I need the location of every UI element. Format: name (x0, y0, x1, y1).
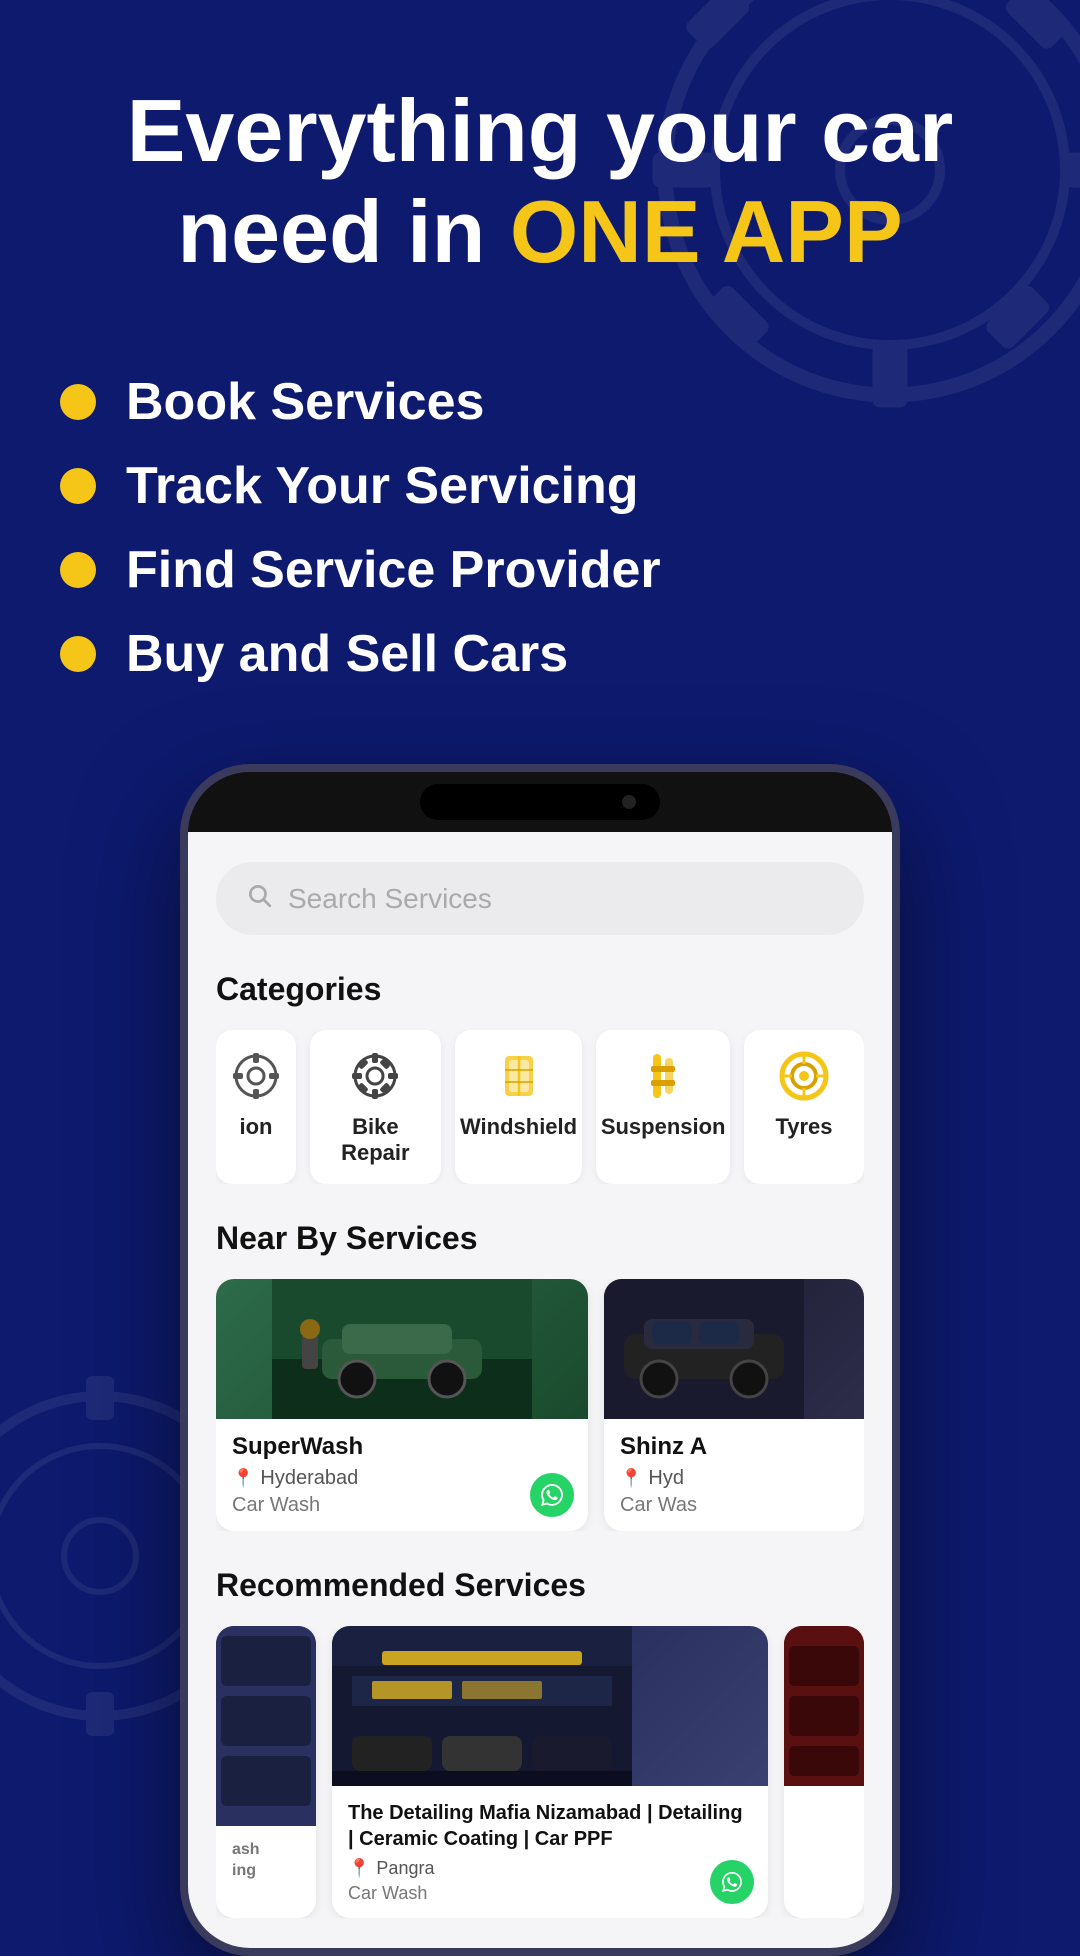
service-name-shinz: Shinz A (620, 1433, 848, 1461)
feature-item-3: Find Service Provider (60, 540, 1020, 600)
hero-title-line1: Everything your car (127, 81, 954, 180)
categories-section: Categories ion (216, 971, 864, 1184)
category-label-0: ion (240, 1114, 273, 1140)
phone-screen: Search Services Categories (188, 832, 892, 1948)
rec-card-image-detailing (332, 1626, 768, 1786)
nearby-section: Near By Services (216, 1220, 864, 1531)
feature-list: Book Services Track Your Servicing Find … (0, 372, 1080, 684)
rec-card-partial-right[interactable] (784, 1626, 864, 1918)
service-city-shinz: Hyd (648, 1467, 684, 1490)
feature-text-4: Buy and Sell Cars (126, 624, 568, 684)
categories-title: Categories (216, 971, 864, 1008)
nearby-title: Near By Services (216, 1220, 864, 1257)
category-card-suspension[interactable]: Suspension (596, 1030, 730, 1184)
service-location-superwash: 📍 Hyderabad (232, 1467, 572, 1490)
feature-text-3: Find Service Provider (126, 540, 661, 600)
phone-notch (188, 772, 892, 832)
rec-name-detailing: The Detailing Mafia Nizamabad | Detailin… (348, 1800, 752, 1852)
service-card-image-superwash (216, 1279, 588, 1419)
recommended-section: Recommended Services (216, 1567, 864, 1918)
category-label-2: Windshield (460, 1114, 577, 1140)
category-label-1: Bike Repair (326, 1114, 425, 1166)
hero-section: Everything your car need in ONE APP (0, 0, 1080, 372)
category-card-tyres[interactable]: Tyres (744, 1030, 864, 1184)
phone-section: Search Services Categories (0, 764, 1080, 1956)
category-card-bike-repair[interactable]: Bike Repair (310, 1030, 441, 1184)
service-name-superwash: SuperWash (232, 1433, 572, 1461)
hero-title-highlight: ONE APP (510, 182, 903, 281)
search-icon (246, 882, 272, 915)
location-pin-icon-2: 📍 (620, 1468, 642, 1489)
feature-text-2: Track Your Servicing (126, 456, 639, 516)
rec-info-left: ashing (216, 1826, 316, 1902)
hero-title-line2: need in (177, 182, 510, 281)
service-type-shinz: Car Was (620, 1494, 848, 1517)
bullet-4 (60, 636, 96, 672)
bullet-1 (60, 384, 96, 420)
feature-item-1: Book Services (60, 372, 1020, 432)
main-content: Everything your car need in ONE APP Book… (0, 0, 1080, 1956)
feature-item-4: Buy and Sell Cars (60, 624, 1020, 684)
feature-text-1: Book Services (126, 372, 484, 432)
rec-info-detailing: The Detailing Mafia Nizamabad | Detailin… (332, 1786, 768, 1918)
rec-card-detailing-mafia[interactable]: The Detailing Mafia Nizamabad | Detailin… (332, 1626, 768, 1918)
recommended-title: Recommended Services (216, 1567, 864, 1604)
search-placeholder: Search Services (288, 883, 492, 915)
hero-title: Everything your car need in ONE APP (60, 80, 1020, 282)
location-pin-icon: 📍 (232, 1468, 254, 1489)
service-type-superwash: Car Wash (232, 1494, 572, 1517)
notch-pill (420, 784, 660, 820)
rec-name-left: ashing (232, 1840, 300, 1882)
recommended-row: ashing (216, 1626, 864, 1918)
rec-card-image-right (784, 1626, 864, 1786)
service-info-shinz: Shinz A 📍 Hyd Car Was (604, 1419, 864, 1531)
search-bar[interactable]: Search Services (216, 862, 864, 935)
rec-card-image-left (216, 1626, 316, 1826)
service-city-superwash: Hyderabad (260, 1467, 358, 1490)
rec-location-detailing: 📍 Pangra (348, 1858, 752, 1879)
category-card-partial[interactable]: ion (216, 1030, 296, 1184)
phone-mockup: Search Services Categories (180, 764, 900, 1956)
category-label-4: Tyres (775, 1114, 832, 1140)
rec-type-detailing: Car Wash (348, 1883, 752, 1904)
rec-location-pin-icon: 📍 (348, 1858, 370, 1879)
service-info-superwash: SuperWash 📍 Hyderabad Car Wash (216, 1419, 588, 1531)
service-card-image-shinz (604, 1279, 864, 1419)
nearby-row: SuperWash 📍 Hyderabad Car Wash (216, 1279, 864, 1531)
service-card-superwash[interactable]: SuperWash 📍 Hyderabad Car Wash (216, 1279, 588, 1531)
service-location-shinz: 📍 Hyd (620, 1467, 848, 1490)
service-card-shinz[interactable]: Shinz A 📍 Hyd Car Was (604, 1279, 864, 1531)
rec-card-partial-left[interactable]: ashing (216, 1626, 316, 1918)
bullet-2 (60, 468, 96, 504)
category-card-windshield[interactable]: Windshield (455, 1030, 583, 1184)
categories-row: ion (216, 1030, 864, 1184)
rec-city-detailing: Pangra (376, 1858, 434, 1879)
category-label-3: Suspension (601, 1114, 726, 1140)
bullet-3 (60, 552, 96, 588)
feature-item-2: Track Your Servicing (60, 456, 1020, 516)
